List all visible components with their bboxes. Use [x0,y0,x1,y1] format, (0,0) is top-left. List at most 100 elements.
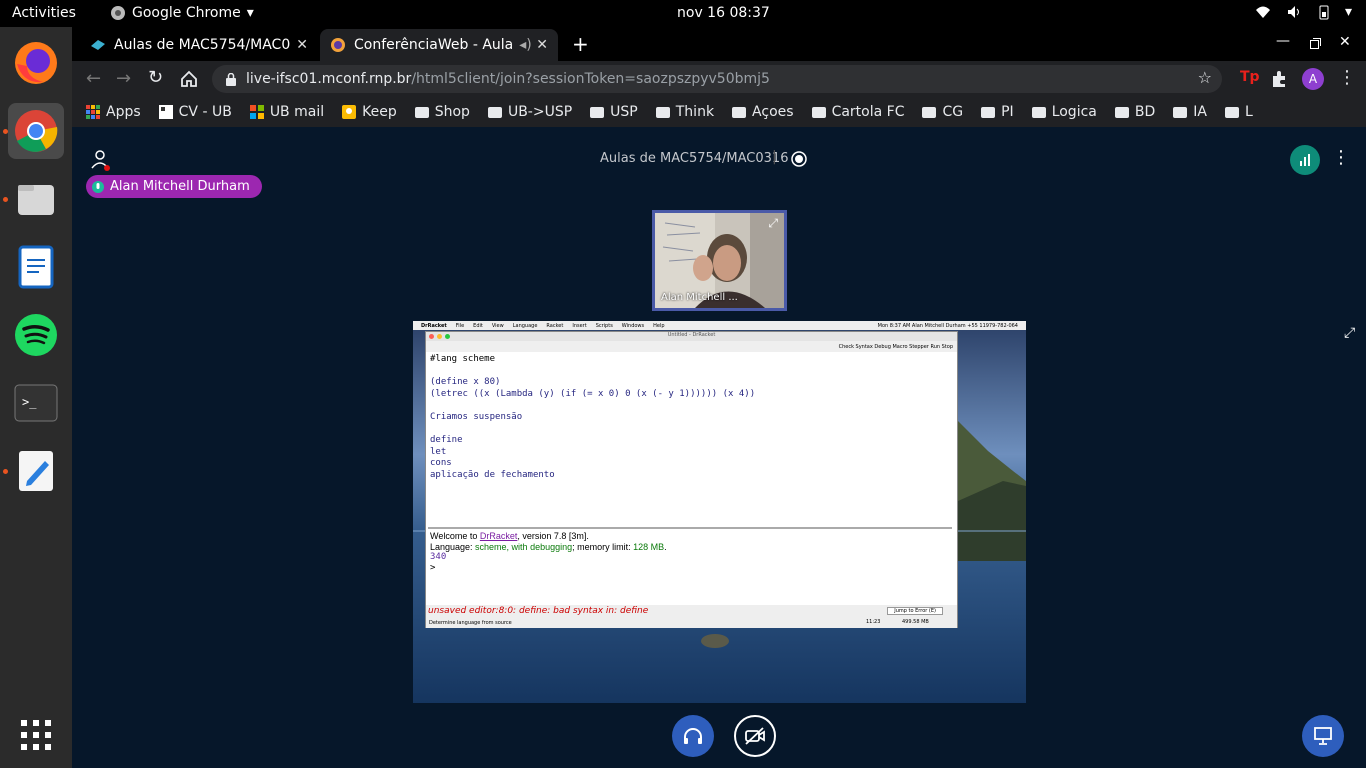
tab-conferenciaweb[interactable]: ConferênciaWeb - Aula ◂) ✕ [320,29,558,61]
screenshare-fullscreen-icon[interactable]: ⤢ [1344,325,1355,341]
dock-firefox[interactable] [8,35,64,91]
folder-icon [922,106,937,118]
close-icon[interactable]: ✕ [536,37,548,53]
bookmark-label: Logica [1051,104,1097,120]
bookmark-folder-cg[interactable]: CG [922,104,963,120]
repl-text: Language: [430,541,476,552]
conference-page: Alan Mitchell Durham Aulas de MAC5754/MA… [72,127,1366,768]
extensions-puzzle-icon[interactable] [1270,70,1288,88]
address-bar[interactable]: live-ifsc01.mconf.rnp.br/html5client/joi… [212,65,1222,93]
profile-avatar[interactable]: A [1302,68,1324,90]
code-line: aplicação de fechamento [430,469,555,480]
bookmark-folder-ia[interactable]: IA [1173,104,1207,120]
extension-tp-icon[interactable]: Tp [1240,69,1260,85]
system-top-bar: Activities Google Chrome ▾ nov 16 08:37 … [0,0,1366,27]
user-list-icon[interactable] [90,149,110,171]
mac-menubar-status: Mon 8:37 AM Alan Mitchell Durham +55 119… [877,322,1018,329]
bookmark-folder-acoes[interactable]: Açoes [732,104,794,120]
bookmark-keep[interactable]: Keep [342,104,397,120]
system-tray[interactable]: ▾ [1255,4,1352,20]
bookmark-folder-usp[interactable]: USP [590,104,638,120]
bookmark-folder-l[interactable]: L [1224,104,1253,120]
bookmark-folder-pi[interactable]: PI [981,104,1014,120]
code-line: Criamos suspensão [430,411,523,422]
text-editor-icon [19,451,53,491]
cursor-position: 11:23 [866,619,881,625]
conferenciaweb-icon [331,38,345,52]
bookmark-ub-mail[interactable]: UB mail [249,104,325,120]
dock-spotify[interactable] [8,307,64,363]
repl-result: 340 [430,552,447,562]
camera-button[interactable] [734,715,776,757]
app-menu-label: Google Chrome [132,5,241,21]
bookmark-star-icon[interactable]: ☆ [1198,68,1212,87]
activities-button[interactable]: Activities [12,5,76,21]
bookmark-apps[interactable]: Apps [86,104,141,120]
show-applications-button[interactable] [8,707,64,763]
tab-aulas[interactable]: Aulas de MAC5754/MAC0 ✕ [80,29,318,61]
presentation-icon [1314,727,1332,745]
drracket-link[interactable]: DrRacket [480,531,518,541]
bookmark-label: UB mail [269,104,325,120]
bookmark-cv-ub[interactable]: CV - UB [158,104,232,120]
webcam-video[interactable]: ⤢ Alan Mitchell ... [652,210,787,311]
repl-language-name: scheme, with debugging [475,541,573,552]
audio-button[interactable] [672,715,714,757]
action-bar [72,715,1366,759]
bookmark-folder-logica[interactable]: Logica [1031,104,1097,120]
bookmark-folder-cartola[interactable]: Cartola FC [811,104,904,120]
bookmark-folder-shop[interactable]: Shop [414,104,470,120]
dock-text-editor[interactable] [8,443,64,499]
dock-files[interactable] [8,171,64,227]
jump-to-error-button[interactable]: Jump to Error (E) [887,607,943,615]
reload-button[interactable]: ↻ [148,67,163,88]
repl-text: ; memory limit: [572,541,634,552]
microsoft-icon [249,105,264,119]
home-button[interactable] [180,70,198,88]
bookmark-folder-ub-usp[interactable]: UB->USP [487,104,572,120]
bookmark-label: CV - UB [178,104,232,120]
talking-indicator[interactable]: Alan Mitchell Durham [86,175,262,198]
dock-terminal[interactable]: >_ [8,375,64,431]
chrome-icon [15,110,58,152]
recording-icon[interactable] [791,151,807,167]
fullscreen-icon[interactable]: ⤢ [768,216,778,231]
lock-icon [226,72,236,86]
connection-status-button[interactable] [1290,145,1320,175]
app-menu[interactable]: Google Chrome ▾ [110,5,254,21]
bookmark-folder-think[interactable]: Think [655,104,714,120]
dock-writer[interactable] [8,239,64,295]
microphone-icon [92,180,104,193]
bookmark-folder-bd[interactable]: BD [1114,104,1155,120]
cv-page-icon [158,105,173,119]
restore-button[interactable] [1310,38,1321,49]
meeting-title: Aulas de MAC5754/MAC0316 [600,151,789,166]
language-chooser[interactable]: Determine language from source [429,620,512,626]
new-tab-button[interactable]: + [572,32,589,56]
dock-chrome[interactable] [8,103,64,159]
close-window-button[interactable]: ✕ [1339,34,1351,50]
talker-name: Alan Mitchell Durham [110,179,250,194]
menu-file: File [455,322,465,329]
forward-button[interactable]: → [116,68,131,89]
repl-text: . [664,541,667,552]
bookmark-label: Apps [106,104,141,120]
back-button[interactable]: ← [86,68,101,89]
bookmark-label: IA [1193,104,1207,120]
chrome-menu-icon[interactable]: ⋮ [1338,67,1356,88]
bookmark-label: Açoes [752,104,794,120]
folder-icon [981,106,996,118]
minimize-button[interactable]: — [1276,33,1290,49]
camera-off-icon [745,727,765,745]
drracket-window: Untitled - DrRacket Check Syntax Debug M… [425,331,958,628]
menu-drracket: DrRacket [421,322,447,329]
presentation-button[interactable] [1302,715,1344,757]
tab-title: ConferênciaWeb - Aula [354,37,514,53]
code-line: cons [430,458,452,469]
clock[interactable]: nov 16 08:37 [677,5,770,21]
audio-playing-icon[interactable]: ◂) [519,37,532,53]
close-icon[interactable]: ✕ [296,37,308,53]
window-close-dot [429,334,434,339]
options-menu-icon[interactable]: ⋮ [1332,147,1350,168]
